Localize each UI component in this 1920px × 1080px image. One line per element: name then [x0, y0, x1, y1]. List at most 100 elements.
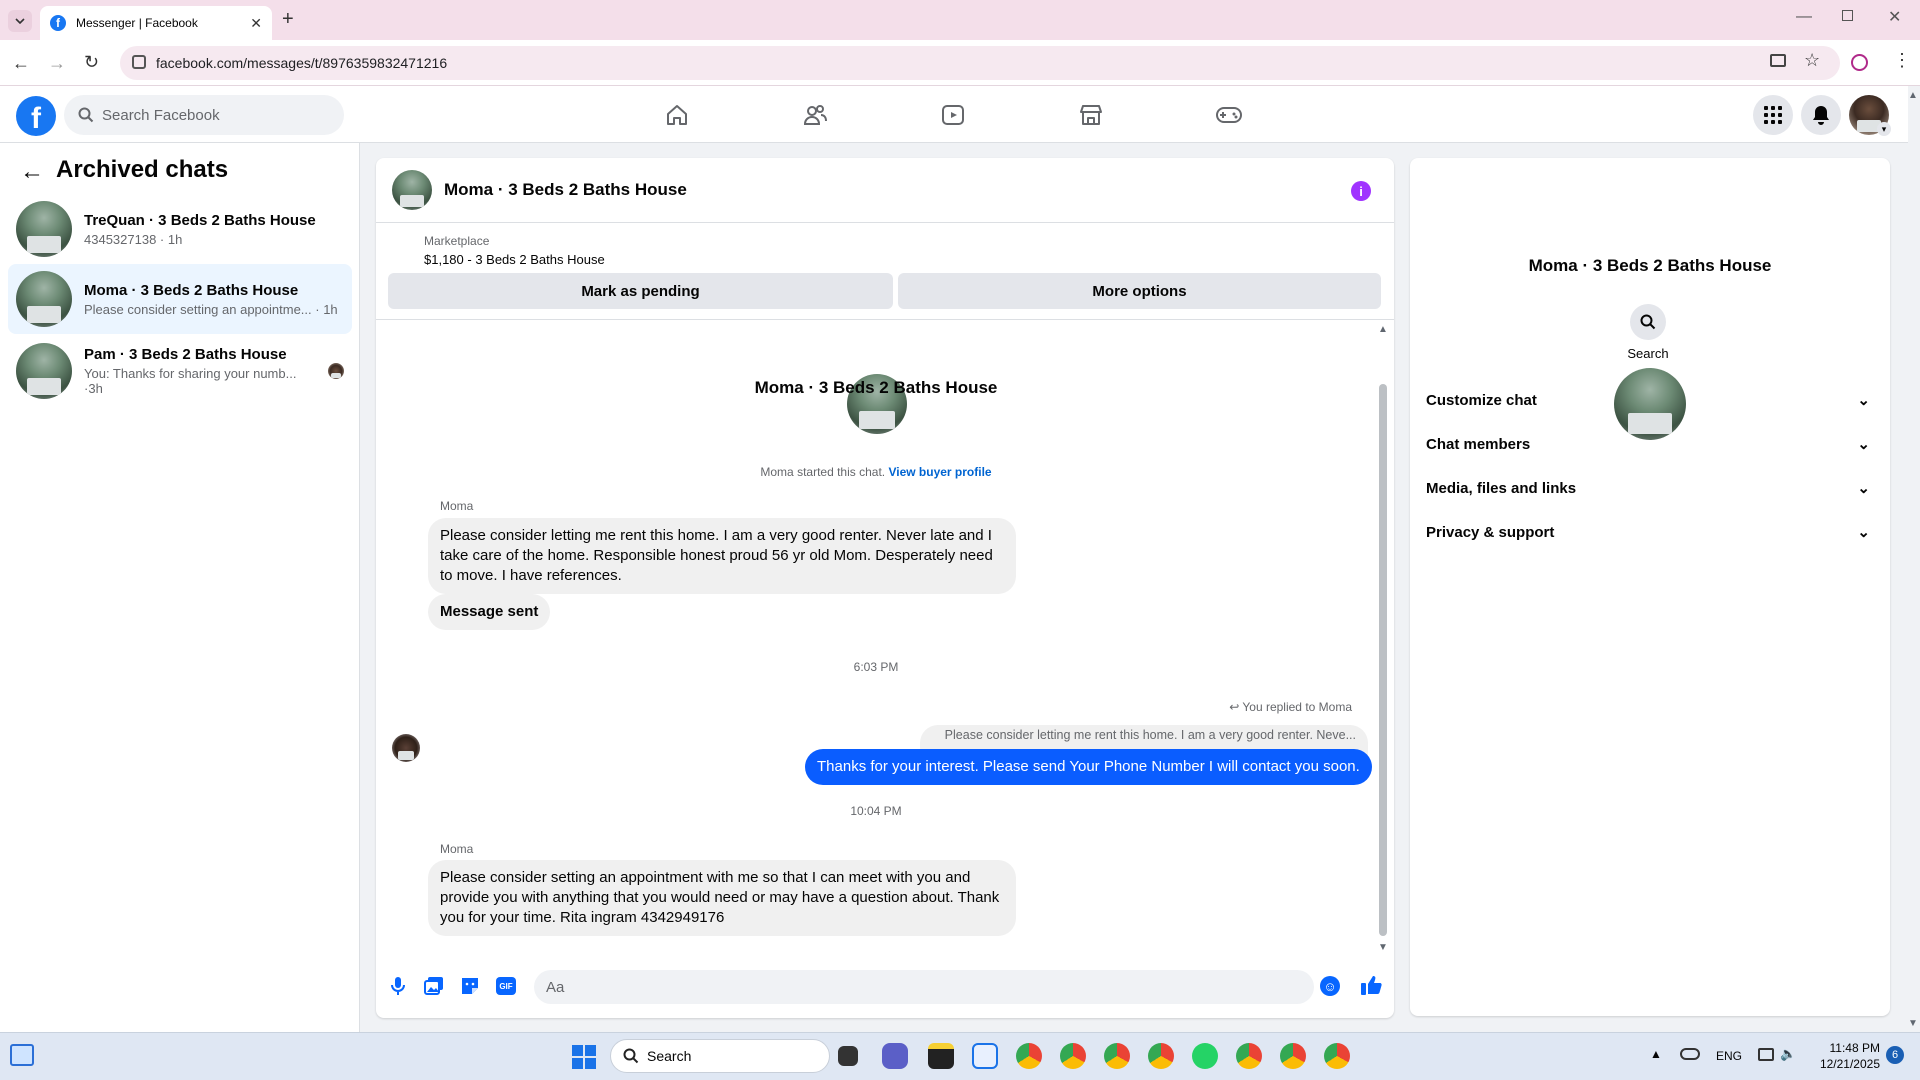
teams-icon[interactable]: [882, 1043, 908, 1069]
video-icon[interactable]: [938, 100, 968, 130]
chat-members-section[interactable]: Chat members ⌄: [1426, 426, 1876, 462]
info-icon[interactable]: i: [1351, 181, 1371, 201]
back-arrow-icon[interactable]: ←: [20, 158, 44, 186]
widgets-icon[interactable]: [10, 1044, 34, 1066]
clock-time: 11:48 PM: [1829, 1041, 1880, 1055]
site-info-icon[interactable]: [132, 55, 146, 69]
incoming-message[interactable]: Please consider setting an appointment w…: [428, 860, 1016, 936]
chat-list-item-active[interactable]: Moma · 3 Beds 2 Baths House Please consi…: [8, 264, 352, 334]
sticky-notes-icon[interactable]: [928, 1043, 954, 1069]
started-text: Moma started this chat.: [760, 465, 886, 479]
facebook-logo-icon[interactable]: f: [16, 96, 56, 136]
chat-preview: 4345327138 · 1h: [84, 231, 183, 247]
home-icon[interactable]: [662, 100, 692, 130]
minimize-button[interactable]: —: [1796, 8, 1812, 26]
network-icon[interactable]: [1758, 1048, 1774, 1061]
customize-chat-section[interactable]: Customize chat ⌄: [1426, 382, 1876, 418]
snipping-tool-icon[interactable]: [972, 1043, 998, 1069]
chat-time: 1h: [323, 301, 338, 317]
browser-menu-icon[interactable]: ⋮: [1893, 50, 1911, 71]
onedrive-icon[interactable]: [1680, 1048, 1700, 1060]
install-app-icon[interactable]: [1770, 54, 1786, 67]
timestamp-text: 10:04 PM: [850, 804, 902, 818]
search-placeholder: Search Facebook: [102, 106, 220, 124]
more-options-button[interactable]: More options: [898, 273, 1381, 309]
conversation-title[interactable]: Moma · 3 Beds 2 Baths House: [444, 180, 687, 200]
account-chevron-down-icon[interactable]: ▾: [1877, 122, 1891, 136]
message-input[interactable]: Aa: [534, 970, 1314, 1004]
chat-name: Moma · 3 Beds 2 Baths House: [84, 281, 299, 299]
restore-button[interactable]: [1842, 10, 1853, 21]
profile-icon[interactable]: [1851, 54, 1868, 71]
gif-icon[interactable]: GIF: [496, 977, 516, 995]
scroll-up-arrow[interactable]: ▲: [1378, 324, 1388, 335]
forward-icon[interactable]: →: [48, 53, 66, 74]
sticker-icon[interactable]: [460, 976, 480, 996]
task-view-icon[interactable]: [838, 1046, 858, 1066]
chat-list-item[interactable]: Pam · 3 Beds 2 Baths House You: Thanks f…: [8, 336, 352, 406]
taskbar-search[interactable]: Search: [610, 1039, 830, 1073]
reload-icon[interactable]: ↻: [84, 52, 99, 73]
section-label: Media, files and links: [1426, 479, 1577, 497]
incoming-message[interactable]: Message sent: [428, 594, 551, 630]
sender-name: Moma: [440, 842, 474, 856]
notifications-button[interactable]: [1801, 95, 1841, 135]
tab-list-button[interactable]: [8, 10, 32, 32]
close-window-button[interactable]: ✕: [1888, 7, 1901, 27]
chevron-down-icon: ⌄: [1857, 392, 1870, 409]
outgoing-message[interactable]: Thanks for your interest. Please send Yo…: [805, 749, 1372, 785]
conversation-avatar[interactable]: [392, 170, 432, 210]
notification-badge[interactable]: 6: [1886, 1046, 1904, 1064]
thumbs-up-icon[interactable]: [1360, 974, 1382, 996]
view-buyer-profile-link[interactable]: View buyer profile: [888, 465, 991, 479]
chrome-icon[interactable]: [1324, 1043, 1350, 1069]
chat-avatar: [16, 343, 72, 399]
privacy-support-section[interactable]: Privacy & support ⌄: [1426, 514, 1876, 550]
photo-icon[interactable]: [424, 976, 444, 996]
gaming-icon[interactable]: [1214, 100, 1244, 130]
chrome-icon[interactable]: [1016, 1043, 1042, 1069]
back-icon[interactable]: ←: [12, 53, 30, 74]
chat-preview: Please consider setting an appointme...: [84, 301, 312, 317]
chrome-icon[interactable]: [1104, 1043, 1130, 1069]
search-icon: [623, 1048, 639, 1064]
page-scroll-down-arrow[interactable]: ▼: [1908, 1018, 1918, 1029]
incoming-message[interactable]: Please consider letting me rent this hom…: [428, 518, 1016, 594]
new-tab-button[interactable]: +: [282, 8, 294, 31]
chat-name: TreQuan · 3 Beds 2 Baths House: [84, 211, 316, 229]
browser-tab[interactable]: f Messenger | Facebook ✕: [40, 6, 272, 40]
url-field[interactable]: facebook.com/messages/t/8976359832471216: [120, 46, 1840, 80]
close-tab-icon[interactable]: ✕: [250, 15, 262, 32]
volume-icon[interactable]: 🔈: [1780, 1046, 1796, 1062]
tray-chevron-up-icon[interactable]: ▲: [1650, 1047, 1662, 1061]
message-placeholder: Aa: [546, 978, 565, 996]
details-search-button[interactable]: [1630, 304, 1666, 340]
emoji-icon[interactable]: ☺: [1320, 976, 1340, 996]
chrome-icon[interactable]: [1280, 1043, 1306, 1069]
chrome-icon[interactable]: [1148, 1043, 1174, 1069]
chat-preview-row: Please consider setting an appointme... …: [84, 301, 338, 317]
taskbar-search-label: Search: [647, 1048, 692, 1064]
menu-grid-button[interactable]: [1753, 95, 1793, 135]
language-indicator[interactable]: ENG: [1716, 1049, 1742, 1063]
clock[interactable]: 11:48 PM 12/21/2025: [1808, 1040, 1880, 1072]
whatsapp-icon[interactable]: [1192, 1043, 1218, 1069]
listing-title[interactable]: $1,180 - 3 Beds 2 Baths House: [424, 252, 605, 267]
chrome-icon[interactable]: [1060, 1043, 1086, 1069]
url-text: facebook.com/messages/t/8976359832471216: [156, 55, 448, 71]
friends-icon[interactable]: [800, 100, 830, 130]
bookmark-star-icon[interactable]: ☆: [1804, 50, 1820, 71]
marketplace-icon[interactable]: [1076, 100, 1106, 130]
bell-icon: [1813, 106, 1829, 125]
chat-started-note: Moma started this chat. View buyer profi…: [376, 465, 1376, 479]
mark-as-pending-button[interactable]: Mark as pending: [388, 273, 893, 309]
start-windows-icon[interactable]: [572, 1045, 596, 1069]
scroll-down-arrow[interactable]: ▼: [1378, 942, 1388, 953]
facebook-search-input[interactable]: Search Facebook: [64, 95, 344, 135]
page-scroll-up-arrow[interactable]: ▲: [1908, 90, 1918, 101]
chat-list-item[interactable]: TreQuan · 3 Beds 2 Baths House 434532713…: [8, 194, 352, 264]
microphone-icon[interactable]: [390, 976, 406, 996]
media-files-links-section[interactable]: Media, files and links ⌄: [1426, 470, 1876, 506]
message-scrollbar[interactable]: [1379, 384, 1387, 936]
chrome-icon[interactable]: [1236, 1043, 1262, 1069]
